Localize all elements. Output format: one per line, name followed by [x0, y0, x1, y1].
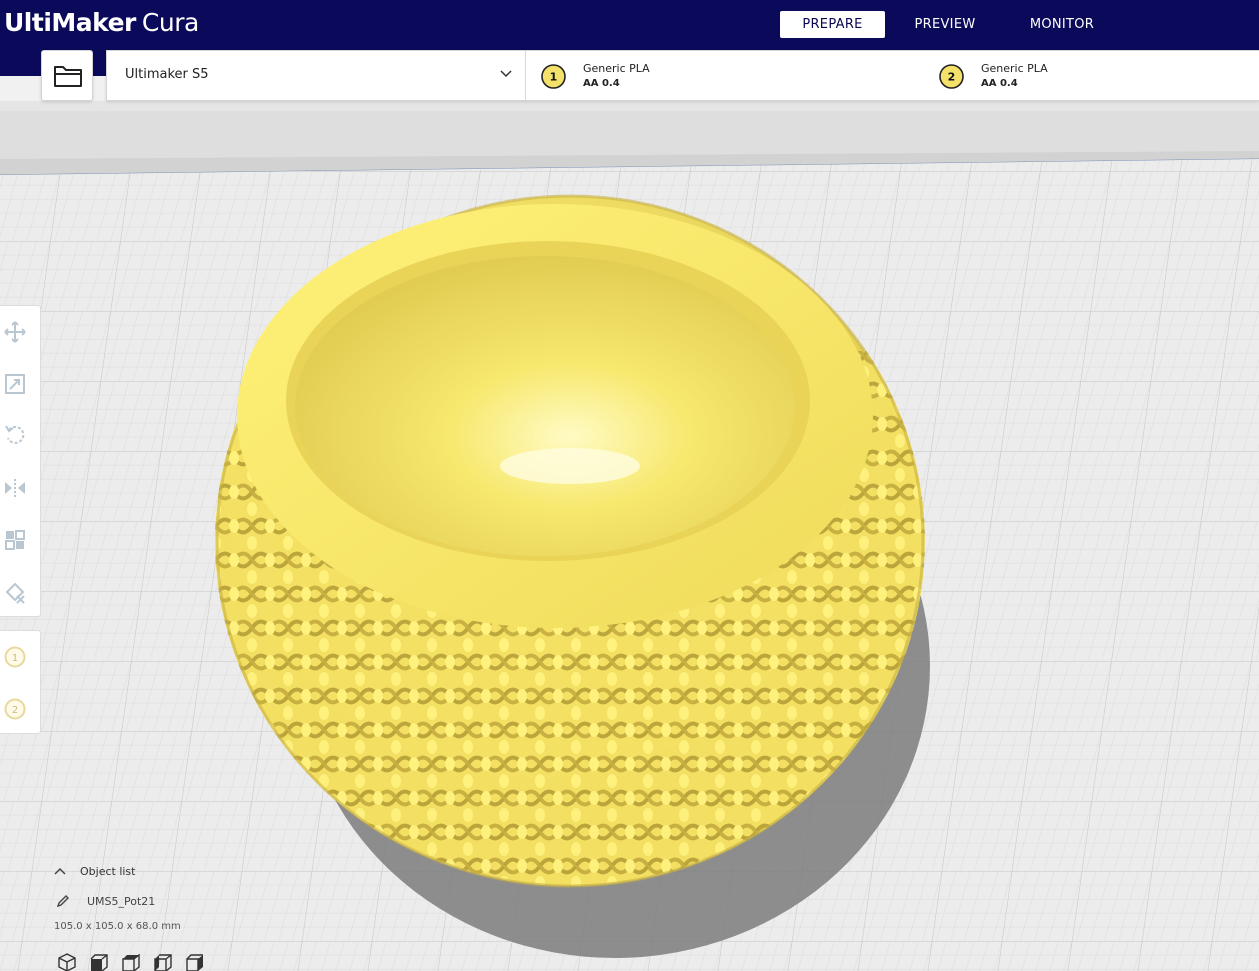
extruder-tool-1-label: 1	[12, 653, 18, 664]
object-name[interactable]: UMS5_Pot21	[87, 895, 155, 908]
extruder-tool-panel: 1 2	[0, 630, 41, 734]
printer-name: Ultimaker S5	[125, 67, 209, 82]
app-logo: UltiMaker Cura	[4, 6, 199, 40]
extruder-1-nozzle: AA 0.4	[583, 78, 620, 89]
extruder-2-material: Generic PLA	[981, 62, 1048, 75]
rotate-icon[interactable]	[3, 423, 27, 447]
view-3d-icon[interactable]	[56, 952, 78, 971]
extruder-1-material: Generic PLA	[583, 62, 650, 75]
extruder-2-number: 2	[948, 71, 956, 84]
mirror-icon[interactable]	[3, 476, 27, 500]
view-front-icon[interactable]	[88, 952, 110, 971]
open-file-button[interactable]	[41, 50, 93, 101]
extruder-1-icon: 1	[541, 64, 566, 89]
extruder-1-tool[interactable]: 1	[3, 645, 27, 669]
view-right-icon[interactable]	[184, 952, 206, 971]
extruder-2-nozzle: AA 0.4	[981, 78, 1018, 89]
object-list-panel: Object list UMS5_Pot21 105.0 x 105.0 x 6…	[0, 860, 260, 971]
build-plate-scene	[0, 101, 1259, 971]
chevron-down-icon	[500, 70, 512, 78]
object-dimensions: 105.0 x 105.0 x 68.0 mm	[54, 921, 181, 932]
object-list-title[interactable]: Object list	[80, 865, 135, 878]
extruder-1-selector[interactable]: 1 Generic PLA AA 0.4	[526, 51, 826, 100]
app-header: UltiMaker Cura PREPARE PREVIEW MONITOR	[0, 0, 1259, 50]
view-left-icon[interactable]	[152, 952, 174, 971]
brand-bold: UltiMaker	[4, 8, 136, 37]
tool-panel	[0, 305, 41, 617]
move-icon[interactable]	[3, 320, 27, 344]
folder-icon	[54, 66, 82, 87]
build-plate-viewport[interactable]	[0, 101, 1259, 971]
chevron-up-icon[interactable]	[54, 866, 66, 876]
extruder-2-selector[interactable]: 2 Generic PLA AA 0.4	[924, 51, 1224, 100]
tab-prepare[interactable]: PREPARE	[780, 11, 885, 38]
extruder-1-number: 1	[550, 71, 558, 84]
brand-light: Cura	[141, 8, 199, 37]
per-model-settings-icon[interactable]	[3, 528, 27, 552]
view-top-icon[interactable]	[120, 952, 142, 971]
extruder-2-icon: 2	[939, 64, 964, 89]
extruder-2-tool[interactable]: 2	[3, 697, 27, 721]
machine-material-bar: Ultimaker S5 1 Generic PLA AA 0.4 2 Gene…	[106, 50, 1259, 101]
scale-icon[interactable]	[3, 372, 27, 396]
support-blocker-icon[interactable]	[3, 580, 27, 604]
printer-selector[interactable]: Ultimaker S5	[107, 51, 526, 100]
pencil-icon[interactable]	[56, 894, 70, 908]
tab-monitor[interactable]: MONITOR	[1012, 11, 1112, 38]
extruder-tool-2-label: 2	[12, 705, 18, 716]
tab-preview[interactable]: PREVIEW	[895, 11, 995, 38]
